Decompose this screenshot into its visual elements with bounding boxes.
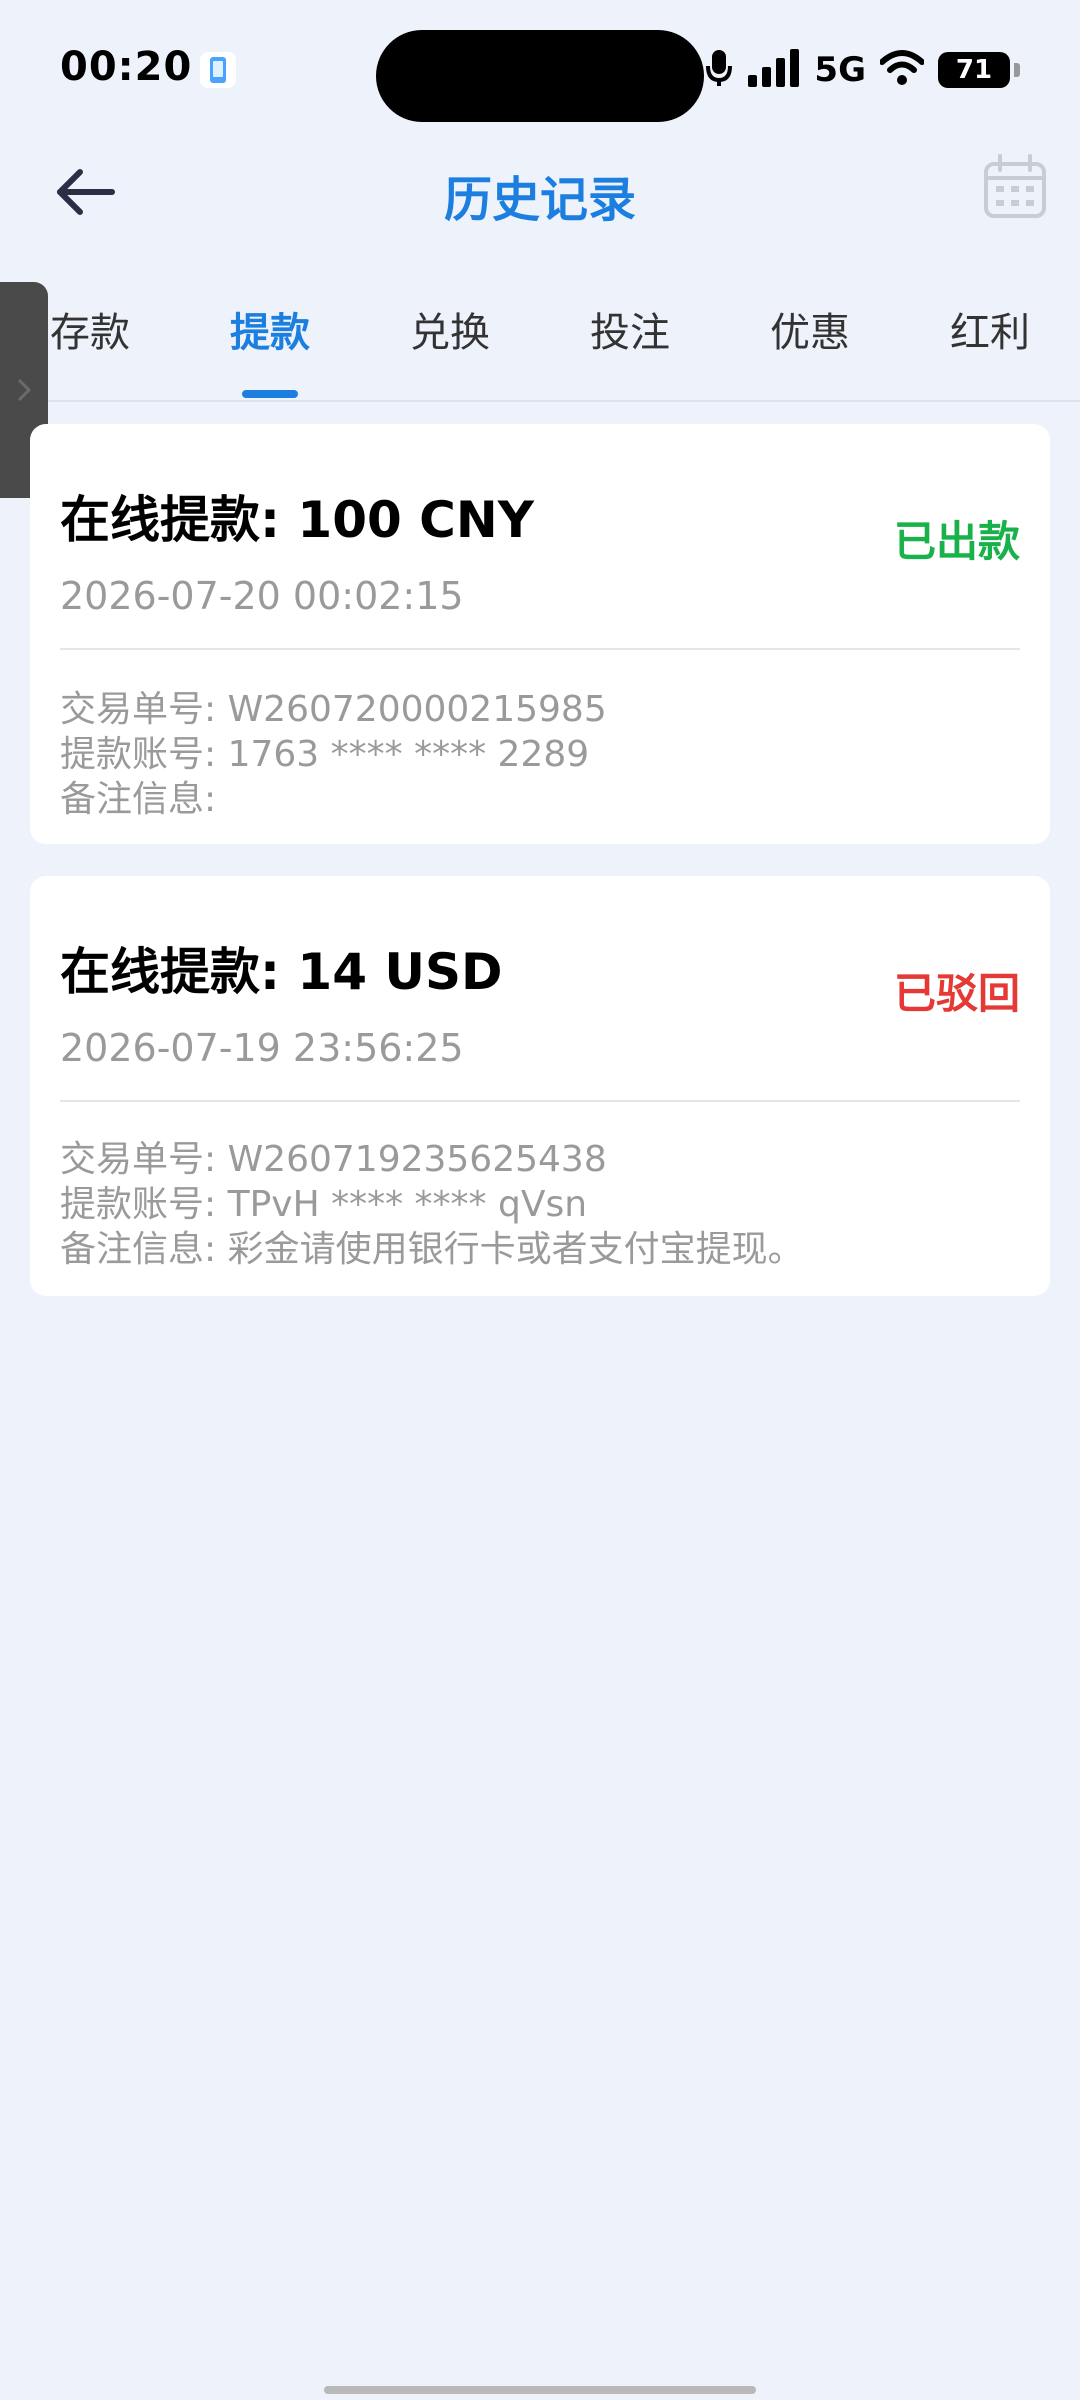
record-title: 在线提款: 14 USD xyxy=(60,943,503,1001)
phone-icon xyxy=(200,52,236,88)
status-indicators: 5G 71 xyxy=(704,46,1020,94)
card-divider xyxy=(60,648,1020,650)
record-remark: 备注信息: 彩金请使用银行卡或者支付宝提现。 xyxy=(60,1229,804,1270)
record-status: 已驳回 xyxy=(893,969,1020,1018)
record-card[interactable]: 在线提款: 14 USD 已驳回 2026-07-19 23:56:25 交易单… xyxy=(30,876,1050,1296)
active-tab-indicator xyxy=(242,390,298,398)
nav-bar: 历史记录 xyxy=(0,140,1080,240)
tab-promotion[interactable]: 优惠 xyxy=(740,300,880,358)
status-bar: 00:20 5G 71 xyxy=(0,0,1080,140)
battery-icon: 71 xyxy=(938,52,1010,88)
record-card[interactable]: 在线提款: 100 CNY 已出款 2026-07-20 00:02:15 交易… xyxy=(30,424,1050,844)
wifi-icon xyxy=(879,50,925,90)
battery-level: 71 xyxy=(955,55,993,85)
tab-exchange[interactable]: 兑换 xyxy=(380,300,520,358)
chevron-right-icon xyxy=(17,378,32,402)
tab-withdraw[interactable]: 提款 xyxy=(200,300,340,358)
record-status: 已出款 xyxy=(893,517,1020,566)
record-remark: 备注信息: xyxy=(60,779,217,820)
page-title: 历史记录 xyxy=(443,172,636,228)
calendar-button[interactable] xyxy=(980,152,1050,222)
tab-bet[interactable]: 投注 xyxy=(560,300,700,358)
signal-icon xyxy=(748,49,800,91)
card-divider xyxy=(60,1100,1020,1102)
home-indicator xyxy=(324,2386,756,2394)
calendar-icon xyxy=(984,154,1046,218)
record-datetime: 2026-07-19 23:56:25 xyxy=(60,1026,464,1070)
microphone-icon xyxy=(704,48,734,92)
tab-bonus[interactable]: 红利 xyxy=(920,300,1060,358)
dynamic-island xyxy=(376,30,704,122)
status-time: 00:20 xyxy=(60,44,193,90)
record-title: 在线提款: 100 CNY xyxy=(60,491,534,549)
record-datetime: 2026-07-20 00:02:15 xyxy=(60,574,464,618)
record-tabs: 存款 提款 兑换 投注 优惠 红利 xyxy=(0,280,1080,402)
network-type: 5G xyxy=(814,50,866,90)
battery-tip xyxy=(1014,63,1020,77)
